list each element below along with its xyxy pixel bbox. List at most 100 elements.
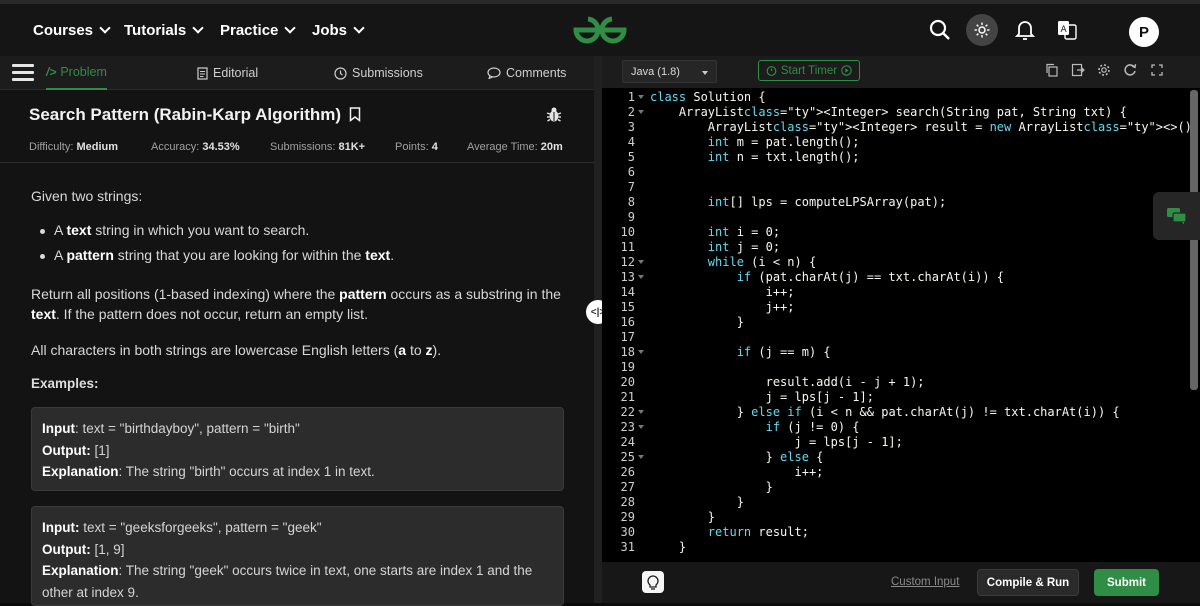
code-line: 4 int m = pat.length(); <box>602 135 1192 150</box>
code-line: 26 i++; <box>602 465 1192 480</box>
code-text: ArrayListclass="ty"><Integer> result = n… <box>650 120 1192 134</box>
tab-comments-label: Comments <box>506 66 567 80</box>
nav-tutorials[interactable]: Tutorials <box>124 4 204 56</box>
bullet-list: A text string in which you want to searc… <box>39 222 394 272</box>
code-text: ArrayListclass="ty"><Integer> search(Str… <box>650 105 1127 119</box>
language-select[interactable]: Java (1.8) <box>622 60 717 83</box>
code-line: 12 while (i < n) { <box>602 255 1192 270</box>
line-number: 17 <box>620 330 635 344</box>
nav-courses[interactable]: Courses <box>33 4 111 56</box>
difficulty: Difficulty: Medium <box>29 141 119 153</box>
start-timer-button[interactable]: Start Timer <box>758 60 860 81</box>
line-number: 12 <box>620 255 635 269</box>
line-number: 25 <box>620 450 635 464</box>
code-line: 19 <box>602 360 1192 375</box>
tab-problem[interactable]: /> Problem <box>46 56 107 90</box>
code-line: 30 return result; <box>602 525 1192 540</box>
fold-arrow-icon[interactable] <box>638 260 644 264</box>
nav-practice[interactable]: Practice <box>220 4 297 56</box>
custom-input-link[interactable]: Custom Input <box>891 576 959 588</box>
timer-label: Start Timer <box>780 64 838 77</box>
chat-icon[interactable] <box>1153 192 1200 240</box>
line-number: 8 <box>627 195 635 209</box>
bug-report-icon[interactable] <box>546 106 562 128</box>
line-number: 20 <box>620 375 635 389</box>
fold-arrow-icon[interactable] <box>638 95 644 99</box>
line-number: 7 <box>627 180 635 194</box>
nav-jobs[interactable]: Jobs <box>312 4 365 56</box>
line-number: 14 <box>620 285 635 299</box>
accuracy: Accuracy: 34.53% <box>151 141 240 153</box>
example-box: Input: text = "geeksforgeeks", pattern =… <box>31 506 564 606</box>
problem-constraints: All characters in both strings are lower… <box>31 342 442 358</box>
nav-practice-label: Practice <box>220 21 279 39</box>
search-icon[interactable] <box>924 14 956 46</box>
line-number: 15 <box>620 300 635 314</box>
code-line: 24 j = lps[j - 1]; <box>602 435 1192 450</box>
avatar[interactable]: P <box>1129 17 1159 47</box>
line-number: 10 <box>620 225 635 239</box>
gfg-logo-icon[interactable] <box>570 13 630 52</box>
tab-editorial[interactable]: Editorial <box>197 56 258 90</box>
lightbulb-icon[interactable] <box>642 571 664 593</box>
line-number: 30 <box>620 525 635 539</box>
translate-icon[interactable]: A <box>1051 14 1083 46</box>
tab-submissions[interactable]: Submissions <box>334 56 423 90</box>
editor-scrollbar[interactable] <box>1190 90 1198 390</box>
line-number: 16 <box>620 315 635 329</box>
code-text: i++; <box>650 465 824 479</box>
code-editor[interactable]: 1 class Solution {2 ArrayListclass="ty"><… <box>602 90 1192 562</box>
code-line: 20 result.add(i - j + 1); <box>602 375 1192 390</box>
code-text: if (j == m) { <box>736 345 831 359</box>
line-number: 3 <box>627 120 635 134</box>
fold-arrow-icon[interactable] <box>638 275 644 279</box>
compile-run-button[interactable]: Compile & Run <box>977 569 1079 596</box>
code-line: 9 <box>602 210 1192 225</box>
fold-arrow-icon[interactable] <box>638 455 644 459</box>
line-number: 22 <box>620 405 635 419</box>
fullscreen-icon[interactable] <box>1150 63 1164 77</box>
reset-icon[interactable] <box>1123 63 1137 77</box>
code-line: 2 ArrayListclass="ty"><Integer> search(S… <box>602 105 1192 120</box>
copy-icon[interactable] <box>1045 63 1059 77</box>
line-number: 1 <box>627 90 635 104</box>
fold-arrow-icon[interactable] <box>638 110 644 114</box>
code-line: 5 int n = txt.length(); <box>602 150 1192 165</box>
submissions-count: Submissions: 81K+ <box>270 141 366 153</box>
tab-comments[interactable]: Comments <box>487 56 566 90</box>
example-box: Input: text = "birthdayboy", pattern = "… <box>31 407 564 491</box>
code-line: 13 if (pat.charAt(j) == txt.charAt(i)) { <box>602 270 1192 285</box>
bell-icon[interactable] <box>1009 14 1041 46</box>
line-number: 26 <box>620 465 635 479</box>
code-text: int i = 0; <box>707 225 781 239</box>
code-text: result.add(i - j + 1); <box>650 375 925 389</box>
code-icon: /> <box>46 65 57 79</box>
fold-arrow-icon[interactable] <box>638 350 644 354</box>
settings-icon[interactable] <box>1097 63 1111 77</box>
import-icon[interactable] <box>1071 63 1085 77</box>
nav-tutorials-label: Tutorials <box>124 21 187 39</box>
comment-icon <box>487 67 501 79</box>
code-line: 28 } <box>602 495 1192 510</box>
chevron-down-icon <box>192 21 204 34</box>
code-text: j = lps[j - 1]; <box>650 435 903 449</box>
tab-submissions-label: Submissions <box>352 66 423 80</box>
pane-splitter[interactable] <box>594 56 602 603</box>
menu-icon[interactable] <box>12 64 34 82</box>
theme-toggle-icon[interactable] <box>966 14 998 46</box>
problem-title: Search Pattern (Rabin-Karp Algorithm) <box>29 105 361 125</box>
examples-heading: Examples: <box>31 376 99 391</box>
line-number: 28 <box>620 495 635 509</box>
code-line: 11 int j = 0; <box>602 240 1192 255</box>
fold-arrow-icon[interactable] <box>638 410 644 414</box>
list-item: A text string in which you want to searc… <box>39 222 394 247</box>
bookmark-icon[interactable] <box>349 107 361 123</box>
submit-button[interactable]: Submit <box>1094 569 1159 596</box>
code-text: } else if (i < n && pat.charAt(j) != txt… <box>650 405 1120 419</box>
code-text: while (i < n) { <box>707 255 817 269</box>
code-line: 31 } <box>602 540 1192 555</box>
code-text: j = lps[j - 1]; <box>650 390 874 404</box>
code-line: 3 ArrayListclass="ty"><Integer> result =… <box>602 120 1192 135</box>
code-text: i++; <box>650 285 795 299</box>
fold-arrow-icon[interactable] <box>638 425 644 429</box>
